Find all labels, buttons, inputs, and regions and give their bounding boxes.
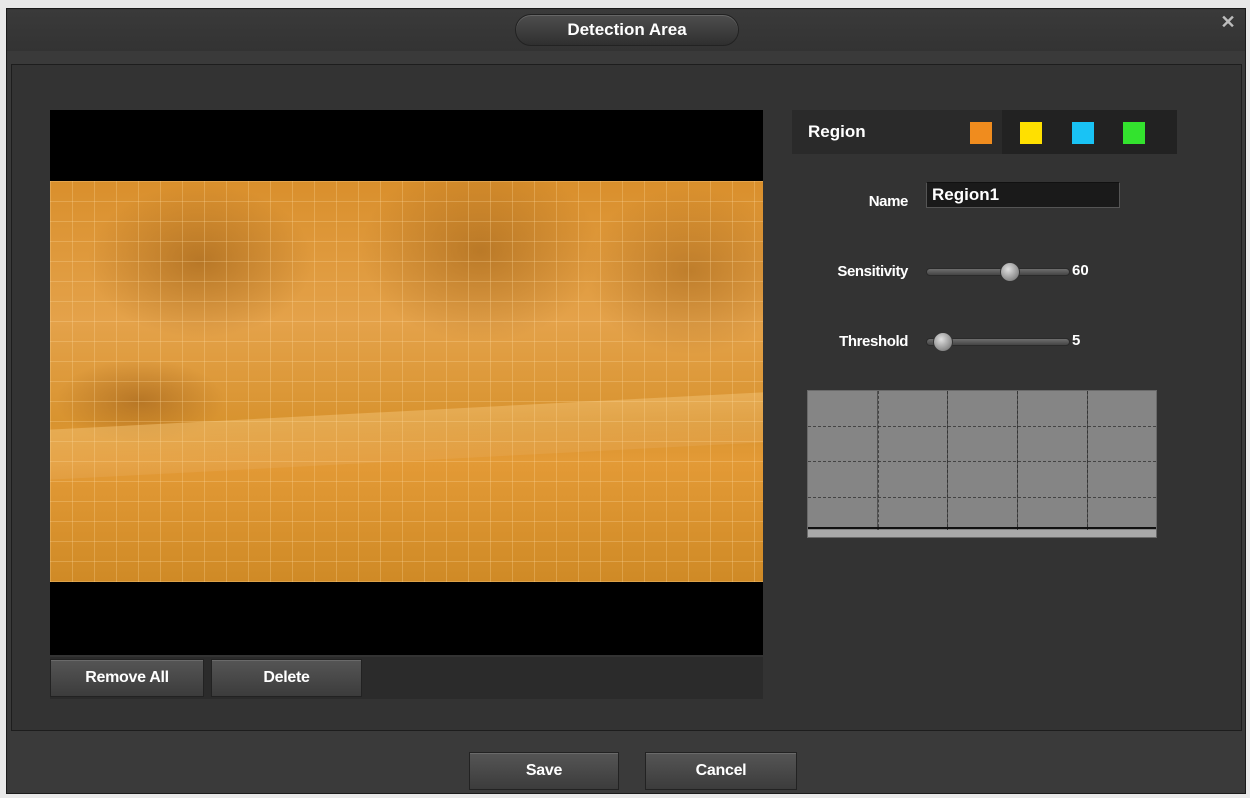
graph-gridline: [1017, 391, 1018, 537]
sensitivity-slider-thumb[interactable]: [1000, 262, 1021, 282]
dialog-footer: Save Cancel: [7, 731, 1245, 793]
cancel-button[interactable]: Cancel: [645, 752, 797, 790]
graph-baseline: [808, 527, 1156, 529]
graph-gridline: [878, 391, 879, 537]
region-swatch-cyan[interactable]: [1072, 122, 1094, 144]
graph-gridline: [1087, 391, 1088, 537]
video-button-bar: Remove All Delete: [50, 657, 763, 699]
remove-all-button[interactable]: Remove All: [50, 659, 204, 697]
threshold-value: 5: [1072, 332, 1081, 349]
dialog-titlebar: Detection Area ✕: [7, 9, 1245, 51]
graph-gridline: [808, 426, 1156, 427]
video-preview[interactable]: [50, 110, 763, 655]
close-icon[interactable]: ✕: [1219, 13, 1237, 31]
sensitivity-label: Sensitivity: [837, 263, 908, 280]
region-label: Region: [808, 122, 866, 141]
sensitivity-value: 60: [1072, 262, 1089, 279]
region-swatch-group: [1002, 110, 1177, 154]
graph-footer: [808, 530, 1156, 537]
detection-overlay[interactable]: [50, 181, 763, 582]
sensitivity-slider[interactable]: [926, 262, 1070, 282]
region-swatch-yellow[interactable]: [1020, 122, 1042, 144]
delete-button[interactable]: Delete: [211, 659, 362, 697]
region-swatch-orange[interactable]: [970, 122, 992, 144]
threshold-slider-thumb[interactable]: [933, 332, 954, 352]
name-input[interactable]: [926, 182, 1120, 208]
detection-grid[interactable]: [50, 181, 763, 582]
graph-gridline: [947, 391, 948, 537]
graph-gridline: [808, 497, 1156, 498]
dialog-title: Detection Area: [515, 14, 739, 46]
motion-graph: [807, 390, 1157, 538]
threshold-slider[interactable]: [926, 332, 1070, 352]
dialog-content: Remove All Delete Region Name Sensitivit…: [11, 64, 1242, 731]
save-button[interactable]: Save: [469, 752, 619, 790]
threshold-label: Threshold: [839, 333, 908, 350]
detection-area-dialog: Detection Area ✕ Remove All Delete Regio…: [6, 8, 1246, 794]
name-label: Name: [868, 193, 909, 210]
region-bar: Region: [792, 110, 1177, 154]
region-swatch-green[interactable]: [1123, 122, 1145, 144]
graph-gridline: [808, 461, 1156, 462]
